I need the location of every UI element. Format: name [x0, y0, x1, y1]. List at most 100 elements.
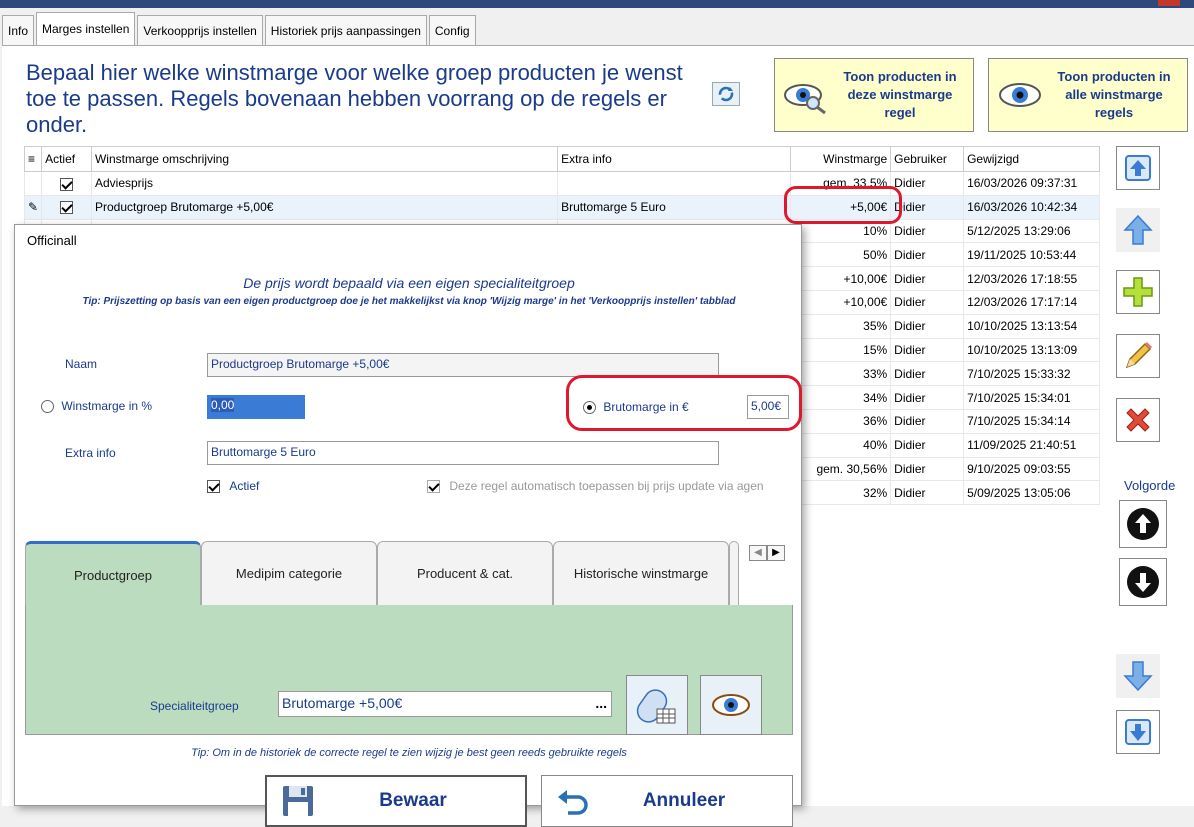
- move-down-button[interactable]: [1116, 654, 1160, 698]
- move-to-bottom-icon: [1125, 719, 1151, 745]
- row-marge: 32%: [790, 480, 892, 506]
- winstmarge-input[interactable]: 0,00: [207, 395, 305, 419]
- pencil-icon: [1125, 342, 1152, 369]
- dialog-tip-top: Tip: Prijszetting op basis van een eigen…: [82, 296, 736, 307]
- scroll-right-icon[interactable]: ▶: [767, 545, 785, 561]
- subtab-medipim-categorie[interactable]: Medipim categorie: [201, 541, 377, 605]
- edit-rule-dialog: Officinall De prijs wordt bepaald via ee…: [14, 224, 802, 827]
- row-gebruiker: Didier: [890, 242, 965, 268]
- naam-label: Naam: [65, 357, 98, 371]
- scroll-left-icon[interactable]: ◀: [749, 545, 767, 561]
- col-gebruiker[interactable]: Gebruiker: [890, 146, 965, 172]
- row-gebruiker: Didier: [890, 289, 965, 315]
- page-heading: Bepaal hier welke winstmarge voor welke …: [26, 60, 683, 137]
- extra-info-field[interactable]: Bruttomarge 5 Euro: [207, 441, 719, 465]
- show-all-products-label: Toon producten in alle winstmarge regels: [1057, 69, 1171, 120]
- actief-checkbox[interactable]: [207, 480, 220, 494]
- winstmarge-option[interactable]: Winstmarge in %: [41, 399, 153, 414]
- row-gewijzigd: 16/03/2026 10:42:34: [963, 194, 1100, 220]
- row-marge: 15%: [790, 337, 892, 363]
- delete-x-icon: [1126, 408, 1150, 432]
- row-gebruiker: Didier: [890, 408, 965, 434]
- row-gewijzigd: 19/11/2025 10:53:44: [963, 242, 1100, 268]
- row-omschrijving: Adviesprijs: [90, 171, 559, 196]
- move-to-top-icon: [1125, 155, 1151, 181]
- grid-header: ≡ Actief Winstmarge omschrijving Extra i…: [23, 146, 1100, 172]
- dialog-headline: De prijs wordt bepaald via een eigen spe…: [243, 275, 575, 291]
- tab-verkoopprijs-instellen[interactable]: Verkoopprijs instellen: [137, 15, 263, 45]
- col-extra-info[interactable]: Extra info: [557, 146, 792, 172]
- move-to-top-button[interactable]: [1116, 146, 1160, 190]
- subtab-historische-winstmarge[interactable]: Historische winstmarge: [553, 541, 729, 605]
- row-gebruiker: Didier: [890, 218, 965, 244]
- col-gewijzigd[interactable]: Gewijzigd: [963, 146, 1100, 172]
- subtabs: Productgroep Medipim categorie Producent…: [25, 541, 791, 605]
- tab-info[interactable]: Info: [2, 15, 35, 45]
- extra-info-label: Extra info: [65, 446, 116, 460]
- col-omschrijving[interactable]: Winstmarge omschrijving: [90, 146, 559, 172]
- row-gebruiker: Didier: [890, 171, 965, 196]
- auto-apply-checkbox[interactable]: [427, 480, 440, 494]
- arrow-up-icon: [1123, 214, 1153, 245]
- move-up-button[interactable]: [1116, 208, 1160, 252]
- delete-rule-button[interactable]: [1116, 398, 1160, 442]
- edit-rule-button[interactable]: [1116, 334, 1160, 378]
- window-top-bar: [0, 0, 1194, 8]
- tab-historiek[interactable]: Historiek prijs aanpassingen: [264, 15, 427, 45]
- actief-option[interactable]: Actief: [207, 479, 260, 494]
- row-gewijzigd: 11/09/2025 21:40:51: [963, 432, 1100, 458]
- column-chooser[interactable]: ≡: [23, 146, 43, 172]
- winstmarge-label: Winstmarge in %: [61, 399, 153, 413]
- row-gewijzigd: 7/10/2025 15:34:01: [963, 385, 1100, 410]
- row-gebruiker: Didier: [890, 432, 965, 458]
- row-gewijzigd: 7/10/2025 15:34:14: [963, 408, 1100, 434]
- subtab-overflow: [729, 541, 739, 605]
- naam-field[interactable]: Productgroep Brutomarge +5,00€: [207, 353, 719, 377]
- edit-pencil-icon: ✎: [23, 194, 43, 220]
- show-rule-products-button[interactable]: Toon producten in deze winstmarge regel: [774, 58, 974, 132]
- move-to-bottom-button[interactable]: [1116, 710, 1160, 754]
- col-winstmarge[interactable]: Winstmarge: [790, 146, 892, 172]
- subtab-producent-cat[interactable]: Producent & cat.: [377, 541, 553, 605]
- actief-label: Actief: [229, 479, 260, 493]
- show-all-products-button[interactable]: Toon producten in alle winstmarge regels: [988, 58, 1188, 132]
- ellipsis-button[interactable]: ...: [595, 695, 607, 711]
- row-gewijzigd: 7/10/2025 15:33:32: [963, 361, 1100, 387]
- table-row[interactable]: ✎ Productgroep Brutomarge +5,00€ Bruttomar…: [23, 194, 1100, 220]
- order-up-button[interactable]: [1119, 500, 1167, 548]
- view-group-button[interactable]: [700, 675, 762, 735]
- row-gebruiker: Didier: [890, 313, 965, 339]
- winstmarge-radio[interactable]: [41, 400, 54, 414]
- choose-group-button[interactable]: [626, 675, 688, 735]
- subtab-productgroep[interactable]: Productgroep: [25, 541, 201, 605]
- auto-apply-option[interactable]: Deze regel automatisch toepassen bij pri…: [427, 479, 801, 494]
- actief-checkbox[interactable]: [60, 201, 74, 215]
- row-marge: +10,00€: [790, 289, 892, 315]
- order-down-button[interactable]: [1119, 558, 1167, 606]
- specialiteitgroep-field[interactable]: Brutomarge +5,00€ ...: [278, 691, 612, 717]
- table-row[interactable]: Adviesprijs gem. 33,5% Didier 16/03/2026 09…: [23, 171, 1100, 196]
- circle-arrow-up-icon: [1127, 508, 1159, 540]
- show-rule-products-label: Toon producten in deze winstmarge regel: [843, 69, 957, 120]
- row-gebruiker: Didier: [890, 480, 965, 506]
- cancel-button[interactable]: Annuleer: [541, 775, 793, 827]
- row-marge: 33%: [790, 361, 892, 387]
- arrow-down-icon: [1123, 661, 1153, 692]
- col-actief[interactable]: Actief: [41, 146, 92, 172]
- undo-arrow-icon: [558, 790, 588, 815]
- tab-config[interactable]: Config: [428, 15, 476, 45]
- refresh-button[interactable]: [712, 82, 740, 106]
- row-marge: +10,00€: [790, 266, 892, 291]
- add-rule-button[interactable]: [1116, 270, 1160, 314]
- close-window-button[interactable]: [1158, 0, 1180, 6]
- save-button[interactable]: Bewaar: [265, 775, 527, 827]
- tab-marges-instellen[interactable]: Marges instellen: [36, 12, 136, 45]
- subtab-scroll: ◀ ▶: [749, 545, 785, 561]
- row-gewijzigd: 9/10/2025 09:03:55: [963, 456, 1100, 482]
- row-gebruiker: Didier: [890, 337, 965, 363]
- winstmarge-value: 0,00: [211, 398, 235, 412]
- row-gebruiker: Didier: [890, 361, 965, 387]
- actief-checkbox[interactable]: [60, 177, 74, 191]
- row-marge: 50%: [790, 242, 892, 268]
- specialiteitgroep-label: Specialiteitgroep: [150, 699, 239, 713]
